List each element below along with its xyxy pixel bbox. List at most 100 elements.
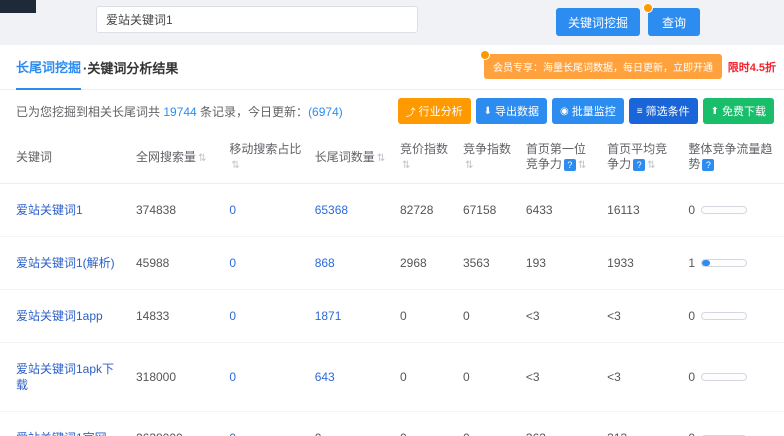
vip-promo-banner[interactable]: 会员专享：海量长尾词数据，每日更新，立即开通 xyxy=(480,50,722,79)
total-search-value: 374838 xyxy=(135,202,177,217)
keyword-mine-button[interactable]: 关键词挖掘 xyxy=(556,8,640,36)
mobile-ratio-link[interactable]: 0 xyxy=(229,309,236,323)
keyword-link[interactable]: 爱站关键词1官网 xyxy=(16,431,107,436)
filter-icon: ≡ xyxy=(636,105,643,117)
avg-strength-value: 1933 xyxy=(607,255,634,270)
longtail-count-link[interactable]: 1871 xyxy=(315,309,342,323)
summary-count: 19744 xyxy=(163,104,197,119)
top1-strength-value: 6433 xyxy=(525,202,553,217)
main-panel: 长尾词挖掘 ·关键词分析结果 会员专享：海量长尾词数据，每日更新，立即开通 限时… xyxy=(0,45,784,436)
keyword-link[interactable]: 爱站关键词1apk下载 xyxy=(16,362,114,392)
col-trend[interactable]: 整体竞争流量趋势? xyxy=(682,132,784,184)
mobile-ratio-link[interactable]: 0 xyxy=(229,431,236,436)
compete-index-value: 67158 xyxy=(462,202,497,217)
industry-analysis-button[interactable]: ⤴ 行业分析 xyxy=(397,98,471,124)
avg-strength-value: 16113 xyxy=(607,202,640,217)
sort-icon[interactable]: ⇅ xyxy=(647,160,655,171)
longtail-count-link[interactable]: 65368 xyxy=(315,203,348,217)
table-row: 爱站关键词1app 14833 0 1871 0 0 <3 <3 0 xyxy=(0,289,784,344)
keyword-link[interactable]: 爱站关键词1 xyxy=(16,203,83,217)
col-avg-strength[interactable]: 首页平均竞争力? ⇅ xyxy=(601,132,683,184)
col-top1-strength[interactable]: 首页第一位竞争力? ⇅ xyxy=(519,132,602,184)
table-row: 爱站关键词1(解析) 45988 0 868 2968 3563 193 193… xyxy=(0,236,784,290)
sort-icon[interactable]: ⇅ xyxy=(231,160,239,171)
total-search-value: 318000 xyxy=(135,370,177,385)
bid-index-value: 82728 xyxy=(400,202,434,217)
col-bid-index[interactable]: 竞价指数⇅ xyxy=(394,132,457,184)
mobile-ratio-link[interactable]: 0 xyxy=(229,203,236,217)
keyword-search-input[interactable]: 爱站关键词1 xyxy=(96,6,418,33)
top-bar: 爱站关键词1 关键词挖掘 查询 xyxy=(0,0,784,45)
panel-header: 长尾词挖掘 ·关键词分析结果 会员专享：海量长尾词数据，每日更新，立即开通 限时… xyxy=(0,45,784,90)
avg-strength-value: 313 xyxy=(607,431,627,436)
search-input-value: 爱站关键词1 xyxy=(106,13,173,27)
mobile-ratio-link[interactable]: 0 xyxy=(229,256,236,270)
keyword-link[interactable]: 爱站关键词1(解析) xyxy=(16,256,115,270)
trend-bar xyxy=(701,258,748,267)
keyword-table: 关键词 全网搜索量 ⇅ 移动搜索占比⇅ 长尾词数量 ⇅ 竞价指数⇅ 竞争指数⇅ 首页… xyxy=(0,132,784,436)
trend-bar xyxy=(701,311,748,320)
trend-value: 0 xyxy=(688,370,696,385)
top1-strength-value: <3 xyxy=(525,370,540,385)
trend-bar xyxy=(701,373,748,382)
promo-badge-dot xyxy=(480,50,490,60)
monitor-icon: ◉ xyxy=(560,105,569,117)
avg-strength-value: <3 xyxy=(607,308,621,323)
longtail-count-link[interactable]: 0 xyxy=(315,431,322,436)
top1-strength-value: 363 xyxy=(526,431,546,436)
top1-strength-value: <3 xyxy=(525,308,540,323)
table-row: 爱站关键词1 374838 0 65368 82728 67158 6433 1… xyxy=(0,183,784,237)
bid-index-value: 0 xyxy=(400,308,407,323)
summary-update-link[interactable]: (6974) xyxy=(308,105,343,119)
compete-index-value: 0 xyxy=(462,308,470,323)
free-download-button[interactable]: ⬆ 免费下载 xyxy=(702,98,774,124)
trend-value: 0 xyxy=(688,202,696,217)
notification-badge-dot xyxy=(643,3,653,13)
mobile-ratio-link[interactable]: 0 xyxy=(229,370,236,384)
col-longtail-count[interactable]: 长尾词数量 ⇅ xyxy=(308,132,394,184)
query-button[interactable]: 查询 xyxy=(643,3,700,36)
info-icon[interactable]: ? xyxy=(563,159,576,171)
result-summary: 已为您挖掘到相关长尾词共 19744 条记录，今日更新：(6974) xyxy=(16,103,343,120)
summary-prefix: 已为您挖掘到相关长尾词共 xyxy=(16,104,164,119)
sort-icon[interactable]: ⇅ xyxy=(465,160,473,171)
sort-icon[interactable]: ⇅ xyxy=(402,160,410,171)
trend-value: 1 xyxy=(688,255,696,270)
col-total-search[interactable]: 全网搜索量 ⇅ xyxy=(129,132,224,184)
sort-icon[interactable]: ⇅ xyxy=(578,160,586,171)
filter-button[interactable]: ≡ 筛选条件 xyxy=(628,98,698,124)
compete-index-value: 0 xyxy=(463,431,470,436)
longtail-count-link[interactable]: 643 xyxy=(315,370,335,384)
info-icon[interactable]: ? xyxy=(702,159,715,172)
col-mobile-ratio[interactable]: 移动搜索占比⇅ xyxy=(223,132,309,184)
compete-index-value: 0 xyxy=(462,370,470,385)
longtail-count-link[interactable]: 868 xyxy=(315,256,335,270)
sort-icon[interactable]: ⇅ xyxy=(198,153,206,164)
table-toolbar: 已为您挖掘到相关长尾词共 19744 条记录，今日更新：(6974) ⤴ 行业分… xyxy=(0,90,784,132)
info-icon[interactable]: ? xyxy=(633,159,646,171)
batch-monitor-button[interactable]: ◉ 批量监控 xyxy=(552,98,624,124)
query-label: 查询 xyxy=(661,15,686,30)
discount-link[interactable]: 限时4.5折 xyxy=(728,59,776,75)
col-keyword: 关键词 xyxy=(0,132,130,184)
top1-strength-value: 193 xyxy=(525,255,546,270)
toolbar-buttons: ⤴ 行业分析 ⬇ 导出数据 ◉ 批量监控 ≡ 筛选条件 ⬆ 免费下载 xyxy=(397,98,774,124)
tab-longtail-mining[interactable]: 长尾词挖掘 xyxy=(16,44,82,90)
bid-index-value: 0 xyxy=(400,431,407,436)
total-search-value: 2638000 xyxy=(136,431,183,436)
total-search-value: 14833 xyxy=(135,308,170,323)
avg-strength-value: <3 xyxy=(607,370,621,385)
panel-title-suffix: ·关键词分析结果 xyxy=(83,60,179,76)
promo-text: 会员专享：海量长尾词数据，每日更新，立即开通 xyxy=(493,63,713,74)
trend-value: 0 xyxy=(688,308,696,323)
col-compete-index[interactable]: 竞争指数⇅ xyxy=(456,132,520,184)
bid-index-value: 2968 xyxy=(400,255,427,270)
logo xyxy=(0,0,36,13)
export-data-button[interactable]: ⬇ 导出数据 xyxy=(475,98,548,124)
table-row: 爱站关键词1apk下载 318000 0 643 0 0 <3 <3 0 xyxy=(0,342,784,413)
keyword-link[interactable]: 爱站关键词1app xyxy=(16,309,103,323)
table-header-row: 关键词 全网搜索量 ⇅ 移动搜索占比⇅ 长尾词数量 ⇅ 竞价指数⇅ 竞争指数⇅ 首页… xyxy=(0,132,784,184)
compete-index-value: 3563 xyxy=(462,255,490,270)
share-icon: ⤴ xyxy=(405,107,416,119)
sort-icon[interactable]: ⇅ xyxy=(377,153,385,164)
